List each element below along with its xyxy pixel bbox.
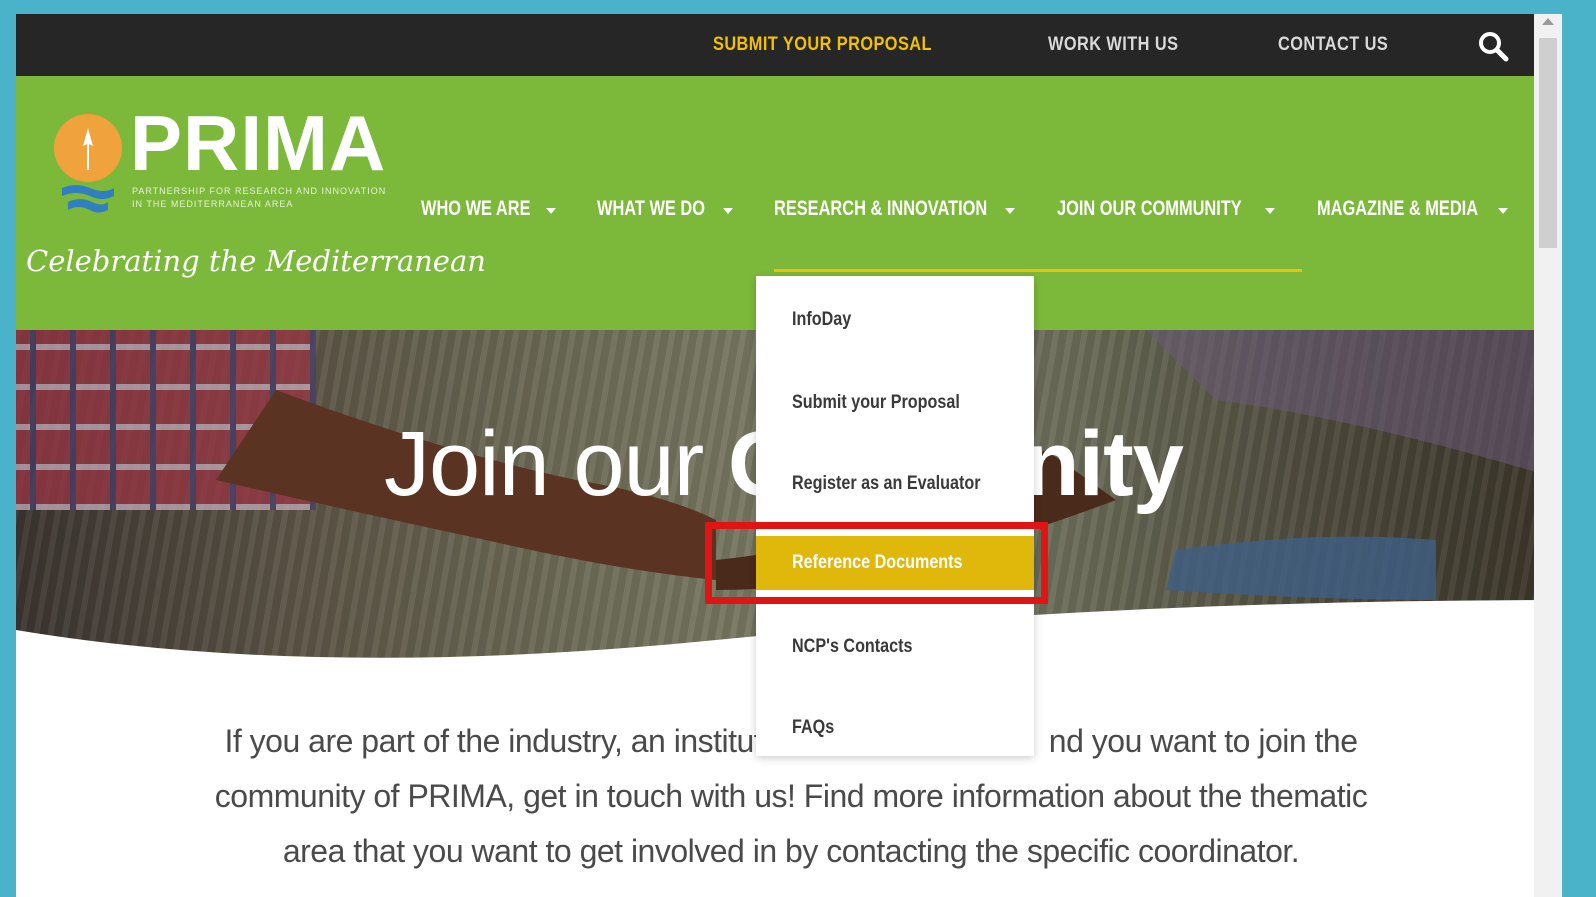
chevron-down-icon [1005,208,1015,214]
nav-research-innovation[interactable]: RESEARCH & INNOVATION [774,194,987,224]
browser-page: SUBMIT YOUR PROPOSAL WORK WITH US CONTAC… [16,14,1562,897]
top-bar: SUBMIT YOUR PROPOSAL WORK WITH US CONTAC… [16,14,1562,76]
contact-us-link[interactable]: CONTACT US [1278,14,1388,76]
chevron-down-icon [1498,208,1508,214]
nav-magazine-media[interactable]: MAGAZINE & MEDIA [1317,194,1478,224]
chevron-down-icon [546,208,556,214]
dropdown-item-label: InfoDay [792,309,852,330]
scroll-up-arrow-icon[interactable] [1542,18,1554,25]
hero-title-bold-end: nity [1023,413,1184,515]
dropdown-item-label: NCP's Contacts [792,636,913,657]
hero-title-light: Join our [384,413,704,515]
intro-line-1-end: nd you want to join the [1048,723,1358,759]
main-nav: WHO WE ARE WHAT WE DO RESEARCH & INNOVAT… [16,194,1562,224]
scrollbar[interactable] [1534,14,1562,897]
dropdown-item-label: FAQs [792,717,835,738]
dropdown-item-register-evaluator[interactable]: Register as an Evaluator [756,457,1034,511]
dropdown-item-label: Register as an Evaluator [792,473,981,494]
submit-proposal-link[interactable]: SUBMIT YOUR PROPOSAL [713,14,932,76]
work-with-us-link[interactable]: WORK WITH US [1048,14,1178,76]
chevron-down-icon [723,208,733,214]
join-community-dropdown: InfoDay Submit your Proposal Register as… [756,276,1034,756]
nav-what-we-do[interactable]: WHAT WE DO [597,194,705,224]
dropdown-item-submit-proposal[interactable]: Submit your Proposal [756,376,1034,430]
dropdown-item-reference-documents[interactable]: Reference Documents [756,536,1034,590]
chevron-down-icon [1265,208,1275,214]
scroll-thumb[interactable] [1539,38,1557,248]
intro-line-1-start: If you are part of the industry, an inst… [224,723,769,759]
intro-line-2: community of PRIMA, get in touch with us… [214,778,1368,814]
nav-who-we-are[interactable]: WHO WE ARE [421,194,531,224]
dropdown-item-label: Submit your Proposal [792,392,960,413]
nav-join-our-community[interactable]: JOIN OUR COMMUNITY [1057,194,1242,224]
nav-active-underline [774,269,1302,272]
dropdown-item-infoday[interactable]: InfoDay [756,293,1034,347]
search-icon[interactable] [1476,29,1510,63]
intro-line-3: area that you want to get involved in by… [282,833,1300,869]
dropdown-item-faqs[interactable]: FAQs [756,701,1034,755]
page-content: SUBMIT YOUR PROPOSAL WORK WITH US CONTAC… [16,14,1562,897]
dropdown-item-label: Reference Documents [792,552,963,573]
dropdown-item-ncp-contacts[interactable]: NCP's Contacts [756,620,1034,674]
tagline: Celebrating the Mediterranean [26,244,486,278]
logo-wordmark: PRIMA [130,99,387,187]
